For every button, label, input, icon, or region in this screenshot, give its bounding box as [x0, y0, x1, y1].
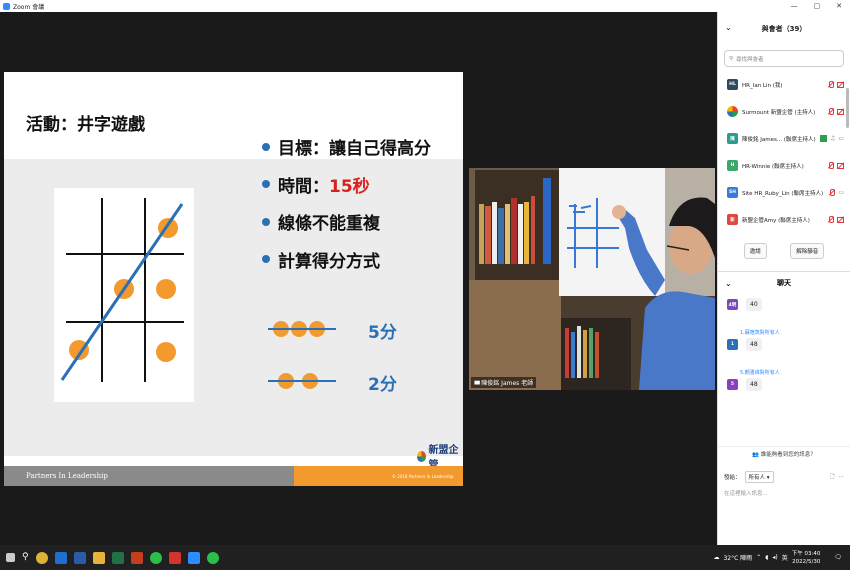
avatar: 4明	[727, 299, 738, 310]
avatar	[727, 106, 738, 117]
video-off-icon[interactable]	[837, 162, 844, 169]
chat-input[interactable]: 在這裡輸入訊息...	[718, 483, 850, 503]
tic-tac-toe-diagram	[54, 188, 194, 402]
chat-message: 4明 40	[718, 294, 850, 313]
participant-search-input[interactable]: ⚲ 尋找與會者	[724, 50, 844, 67]
mic-muted-icon[interactable]	[827, 81, 834, 88]
meeting-area: 活動：井字遊戲 目標：讓自己得高分 時間：15秒 線條不能重複 計算得分方式	[0, 12, 717, 545]
chat-messages: 4明 40 1.蘇暄筑對所有人 1 48 5.顏書緯對所有人 5 48	[718, 294, 850, 446]
minimize-button[interactable]: —	[791, 2, 798, 10]
avatar: HL	[727, 79, 738, 90]
start-windows-icon[interactable]	[6, 553, 15, 562]
file-explorer-icon[interactable]	[92, 551, 105, 564]
excel-icon[interactable]	[111, 551, 124, 564]
score-value: 2分	[368, 375, 397, 395]
bullet-item: 時間： 15秒	[262, 166, 431, 204]
chevron-up-icon[interactable]: ⌃	[756, 554, 761, 561]
ime-indicator[interactable]: 英	[782, 553, 788, 562]
participant-item[interactable]: Surmount 新盟企管 (主持人)	[718, 98, 850, 125]
send-to-select[interactable]: 所有人 ▾	[744, 471, 774, 483]
system-tray: ☁ 32°C 陣雨 ⌃ ◖ ◂) 英 下午 03:40 2022/5/30 🗨	[713, 545, 842, 570]
participants-header: ⌄ 與會者（39）	[725, 23, 807, 33]
acrobat-icon[interactable]	[168, 551, 181, 564]
chrome-icon[interactable]	[35, 551, 48, 564]
search-icon: ⚲	[729, 55, 734, 62]
video-off-icon[interactable]	[837, 81, 844, 88]
maximize-button[interactable]: ▢	[814, 2, 821, 10]
video-off-icon[interactable]	[837, 216, 844, 223]
search-icon[interactable]: ⚲	[22, 552, 29, 564]
weather-icon[interactable]: ☁	[713, 554, 719, 561]
shared-slide: 活動：井字遊戲 目標：讓自己得高分 時間：15秒 線條不能重複 計算得分方式	[4, 72, 463, 486]
line-icon-2[interactable]	[206, 551, 219, 564]
participant-item[interactable]: SH Site HR_Ruby_Lin (聯席主持人) ▭	[718, 179, 850, 206]
notification-icon[interactable]: 🗨	[834, 554, 842, 561]
chevron-down-icon[interactable]: ⌄	[725, 23, 732, 32]
share-icon	[819, 135, 827, 142]
mic-muted-icon[interactable]	[827, 216, 834, 223]
weather-text[interactable]: 32°C 陣雨	[723, 553, 752, 562]
network-icon[interactable]: ◖	[765, 554, 768, 561]
mic-icon[interactable]: ♫	[830, 135, 835, 142]
participant-scrollbar[interactable]	[846, 88, 849, 128]
mic-muted-icon[interactable]	[828, 189, 836, 196]
slide-footer: Partners In Leadership © 2018 Partners I…	[4, 466, 463, 486]
participant-list: HL HR_Ian Lin (我) Surmount 新盟企管 (主持人) 陳 …	[718, 71, 850, 233]
title-bar: Zoom 會議 — ▢ ✕	[0, 0, 850, 12]
bullet-item: 計算得分方式	[262, 241, 431, 279]
participant-item[interactable]: H HR-Winnie (聯席主持人)	[718, 152, 850, 179]
mic-muted-icon[interactable]	[827, 108, 834, 115]
file-icon[interactable]: 🗋	[830, 473, 834, 482]
zoom-logo-icon	[3, 2, 10, 10]
info-icon: 👥	[752, 452, 760, 458]
unmute-button[interactable]: 解除靜音	[790, 243, 825, 259]
participant-item[interactable]: 陳 陳俊銘 James... (聯席主持人) ♫ ▭	[718, 125, 850, 152]
signal-icon: ▮▮▮	[474, 379, 480, 386]
outlook-icon[interactable]	[54, 551, 67, 564]
more-icon[interactable]: ⋯	[839, 474, 845, 480]
video-off-icon[interactable]	[837, 108, 844, 115]
score-example-2	[266, 369, 338, 393]
who-can-see-link[interactable]: 👥 誰能夠看到您的訊息？	[718, 446, 850, 461]
score-example-5	[266, 317, 338, 341]
camera-icon[interactable]: ▭	[838, 189, 844, 196]
invite-button[interactable]: 邀請	[743, 243, 767, 259]
powerpoint-icon[interactable]	[130, 551, 143, 564]
avatar: SH	[727, 187, 738, 198]
avatar: H	[727, 160, 738, 171]
volume-icon[interactable]: ◂)	[772, 554, 777, 561]
right-side-panel: ⌄ 與會者（39） ⚲ 尋找與會者 HL HR_Ian Lin (我) Surm…	[717, 12, 850, 545]
word-icon[interactable]	[73, 551, 86, 564]
clock[interactable]: 下午 03:40 2022/5/30	[792, 550, 821, 566]
participant-item[interactable]: 新 新盟企管Amy (聯席主持人)	[718, 206, 850, 233]
brand-swirl-icon	[417, 450, 427, 462]
zoom-icon[interactable]	[187, 551, 200, 564]
bullet-list: 目標：讓自己得高分 時間： 15秒 線條不能重複 計算得分方式	[262, 128, 431, 278]
avatar: 新	[727, 214, 738, 225]
send-to-row: 發給： 所有人 ▾ 🗋 ⋯	[718, 461, 850, 483]
video-name-label: ▮▮▮ 陳俊銘 James 老師	[471, 377, 537, 388]
avatar: 5	[727, 379, 738, 390]
windows-taskbar: ⚲ ☁ 32°C 陣雨 ⌃ ◖ ◂) 英 下午 03:40 2022/5/30 …	[0, 545, 850, 570]
chat-message: 1.蘇暄筑對所有人 1 48	[718, 327, 850, 353]
avatar: 陳	[727, 133, 738, 144]
score-value: 5分	[368, 323, 397, 343]
slide-title: 活動：井字遊戲	[26, 115, 145, 135]
chevron-down-icon[interactable]: ⌄	[725, 279, 732, 288]
bullet-item: 目標：讓自己得高分	[262, 128, 431, 166]
participant-item[interactable]: HL HR_Ian Lin (我)	[718, 71, 850, 98]
chat-header: ⌄ 聊天	[725, 278, 791, 288]
speaker-video[interactable]: ▮▮▮ 陳俊銘 James 老師	[469, 168, 715, 390]
avatar: 1	[727, 339, 738, 350]
mic-muted-icon[interactable]	[827, 162, 834, 169]
camera-icon[interactable]: ▭	[838, 135, 844, 142]
close-button[interactable]: ✕	[836, 2, 842, 10]
window-title: Zoom 會議	[13, 3, 45, 11]
chat-message: 5.顏書緯對所有人 5 48	[718, 367, 850, 393]
line-icon[interactable]	[149, 551, 162, 564]
bullet-item: 線條不能重複	[262, 203, 431, 241]
zoom-window: Zoom 會議 — ▢ ✕ 活動：井字遊戲 目標：讓自己得高分 時間： 15秒 線…	[0, 0, 850, 570]
